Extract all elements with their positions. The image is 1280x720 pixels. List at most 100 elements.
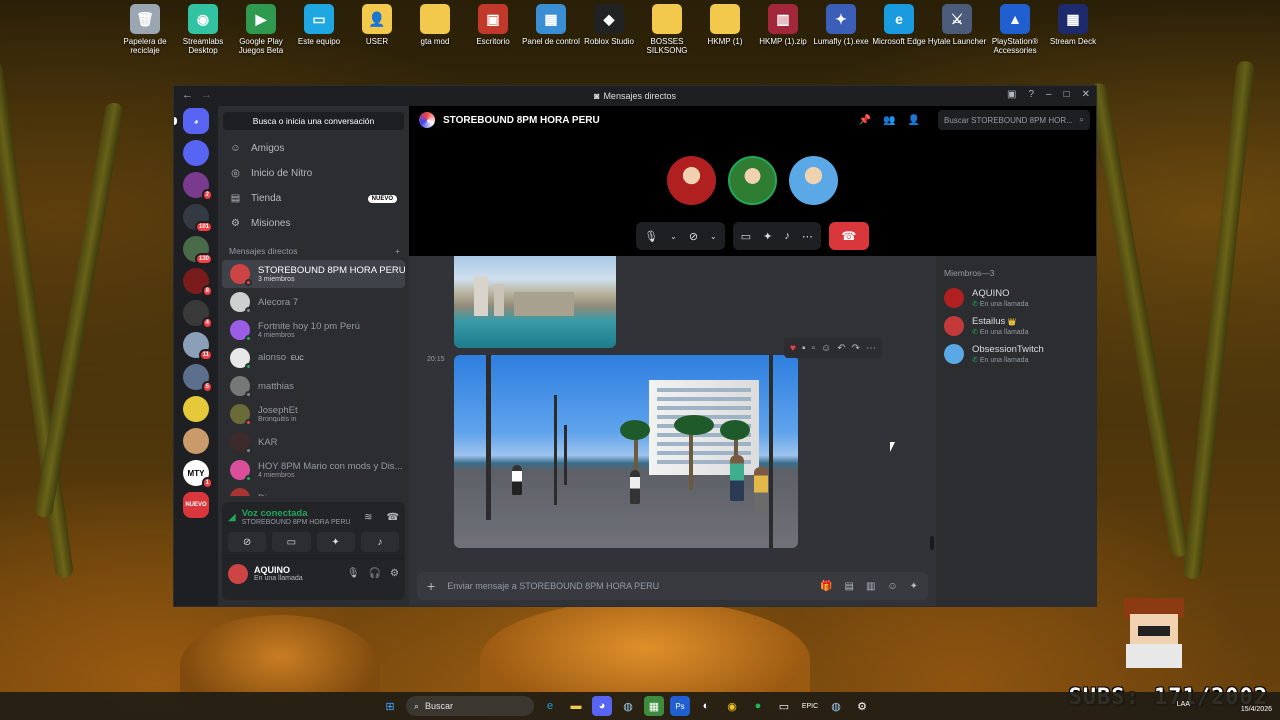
headphones-icon[interactable]: 🎧: [369, 568, 381, 579]
steam-taskbar-icon[interactable]: ◍: [618, 696, 638, 716]
apps-icon[interactable]: ✦: [910, 581, 918, 592]
dm-item[interactable]: STOREBOUND 8PM HORA PERU 3 miembros: [222, 260, 405, 288]
direct-messages-home-button[interactable]: ◕: [174, 108, 209, 134]
maximize-icon[interactable]: □: [1064, 89, 1070, 100]
message-input[interactable]: Enviar mensaje a STOREBOUND 8PM HORA PER…: [447, 581, 808, 591]
member-item[interactable]: Estailus 👑 ✆ En una llamada: [944, 312, 1088, 340]
server-icon[interactable]: [183, 428, 209, 454]
discord-taskbar-icon[interactable]: ◕: [592, 696, 612, 716]
desktop-icon[interactable]: ▭ Este equipo: [290, 4, 348, 64]
server-icon[interactable]: NUEVO: [183, 492, 209, 518]
nav-shop[interactable]: ▤ Tienda NUEVO: [218, 186, 409, 211]
desktop-icon[interactable]: ▲ PlayStation® Accessories: [986, 4, 1044, 64]
chevron-down-icon[interactable]: ⌄: [670, 232, 677, 241]
desktop-icon[interactable]: ◉ Streamlabs Desktop: [174, 4, 232, 64]
terminal-taskbar-icon[interactable]: ▭: [774, 696, 794, 716]
voice-connected-title[interactable]: Voz conectada: [242, 508, 351, 519]
microphone-icon[interactable]: 🎙: [644, 230, 658, 243]
server-icon[interactable]: 4: [183, 300, 213, 329]
app-taskbar-icon[interactable]: ◐: [696, 696, 716, 716]
desktop-icon[interactable]: e Microsoft Edge: [870, 4, 928, 64]
minimize-icon[interactable]: –: [1046, 89, 1052, 100]
activities-icon[interactable]: ✦: [763, 230, 772, 243]
inbox-icon[interactable]: ▣: [1007, 89, 1016, 100]
sticker-reaction-icon[interactable]: ▪: [802, 343, 806, 354]
nav-nitro[interactable]: ◎ Inicio de Nitro: [218, 161, 409, 186]
server-icon[interactable]: 2: [183, 172, 213, 201]
member-list-icon[interactable]: 👤: [908, 115, 920, 126]
spotify-taskbar-icon[interactable]: ●: [748, 696, 768, 716]
desktop-icon[interactable]: ▦ Stream Deck: [1044, 4, 1102, 64]
forward-icon[interactable]: ↷: [852, 343, 860, 354]
gif-icon[interactable]: ▤: [844, 581, 853, 592]
dm-item[interactable]: KAR: [222, 428, 405, 456]
server-icon[interactable]: MTY 1: [183, 460, 213, 489]
server-icon[interactable]: 130: [183, 236, 213, 265]
desktop-icon[interactable]: 👤 USER: [348, 4, 406, 64]
taskbar-search[interactable]: ⌕ Buscar: [406, 696, 534, 716]
add-reaction-icon[interactable]: ☺: [821, 343, 831, 354]
steam-alt-taskbar-icon[interactable]: ◍: [826, 696, 846, 716]
dm-item[interactable]: matthias: [222, 372, 405, 400]
create-dm-plus-icon[interactable]: +: [395, 246, 400, 256]
member-item[interactable]: AQUINO ✆ En una llamada: [944, 284, 1088, 312]
dm-item[interactable]: Alecora 7: [222, 288, 405, 316]
call-participant-avatar[interactable]: [789, 156, 838, 205]
screen-share-icon[interactable]: ▭: [741, 230, 751, 243]
avatar[interactable]: [228, 563, 248, 584]
system-clock[interactable]: 15/4/2026: [1241, 696, 1272, 714]
nav-quests[interactable]: ⚙ Misiones: [218, 211, 409, 236]
desktop-icon[interactable]: 🗑 Papelera de reciclaje: [116, 4, 174, 64]
sticker-icon[interactable]: ▥: [866, 581, 875, 592]
disconnect-icon[interactable]: ☎: [387, 512, 399, 523]
soundboard-icon[interactable]: ♪: [784, 230, 790, 242]
desktop-icon[interactable]: ⚔ Hytale Launcher: [928, 4, 986, 64]
find-conversation-button[interactable]: Busca o inicia una conversación: [223, 112, 404, 130]
windows-start-icon[interactable]: ⊞: [380, 696, 400, 716]
desktop-icon[interactable]: ▥ HKMP (1).zip: [754, 4, 812, 64]
camera-off-icon[interactable]: ⊘: [689, 230, 698, 243]
file-explorer-icon[interactable]: ▬: [566, 696, 586, 716]
desktop-icon[interactable]: gta mod: [406, 4, 464, 64]
camera-off-button[interactable]: ⊘: [228, 532, 267, 552]
dm-item[interactable]: JosephEt Bronquitis in: [222, 400, 405, 428]
server-icon[interactable]: 5: [183, 364, 213, 393]
playstation-taskbar-icon[interactable]: Ps: [670, 696, 690, 716]
server-icon[interactable]: [183, 140, 209, 166]
nav-friends[interactable]: ☺ Amigos: [218, 136, 409, 161]
desktop-icon[interactable]: ✦ Lumafly (1).exe: [812, 4, 870, 64]
settings-taskbar-icon[interactable]: ⚙: [852, 696, 872, 716]
image-reaction-icon[interactable]: ▫: [811, 343, 815, 354]
edge-taskbar-icon[interactable]: e: [540, 696, 560, 716]
desktop-icon[interactable]: ◆ Roblox Studio: [580, 4, 638, 64]
pin-icon[interactable]: 📌: [859, 115, 871, 126]
close-icon[interactable]: ✕: [1082, 89, 1090, 100]
member-item[interactable]: ObsessionTwitch ✆ En una llamada: [944, 340, 1088, 368]
reply-icon[interactable]: ↶: [837, 343, 845, 354]
add-friends-icon[interactable]: 👥: [883, 115, 895, 126]
chevron-down-icon[interactable]: ⌄: [710, 232, 717, 241]
settings-gear-icon[interactable]: ⚙: [390, 568, 399, 579]
server-icon[interactable]: [183, 396, 209, 422]
gift-icon[interactable]: 🎁: [820, 581, 832, 592]
help-icon[interactable]: ?: [1028, 89, 1034, 100]
desktop-icon[interactable]: BOSSES SILKSONG: [638, 4, 696, 64]
call-participant-avatar[interactable]: [667, 156, 716, 205]
screen-share-button[interactable]: ▭: [272, 532, 311, 552]
more-options-icon[interactable]: ⋯: [802, 230, 813, 243]
desktop-icon[interactable]: ▣ Escritorio: [464, 4, 522, 64]
keyboard-language[interactable]: LAA: [1177, 701, 1190, 708]
server-icon[interactable]: 8: [183, 268, 213, 297]
chrome-taskbar-icon[interactable]: ◉: [722, 696, 742, 716]
desktop-icon[interactable]: ▶ Google Play Juegos Beta: [232, 4, 290, 64]
message-image-boardwalk[interactable]: [454, 355, 798, 548]
channel-search-input[interactable]: Buscar STOREBOUND 8PM HOR... ⌕: [938, 110, 1090, 130]
chat-scrollbar[interactable]: [930, 536, 934, 550]
microphone-icon[interactable]: 🎙: [347, 568, 360, 579]
dm-item[interactable]: Diego: [222, 484, 405, 496]
minecraft-icon[interactable]: ▦: [644, 696, 664, 716]
dm-item[interactable]: alonso EUC: [222, 344, 405, 372]
soundboard-button[interactable]: ♪: [360, 532, 399, 552]
attach-plus-icon[interactable]: +: [427, 578, 435, 594]
desktop-icon[interactable]: HKMP (1): [696, 4, 754, 64]
